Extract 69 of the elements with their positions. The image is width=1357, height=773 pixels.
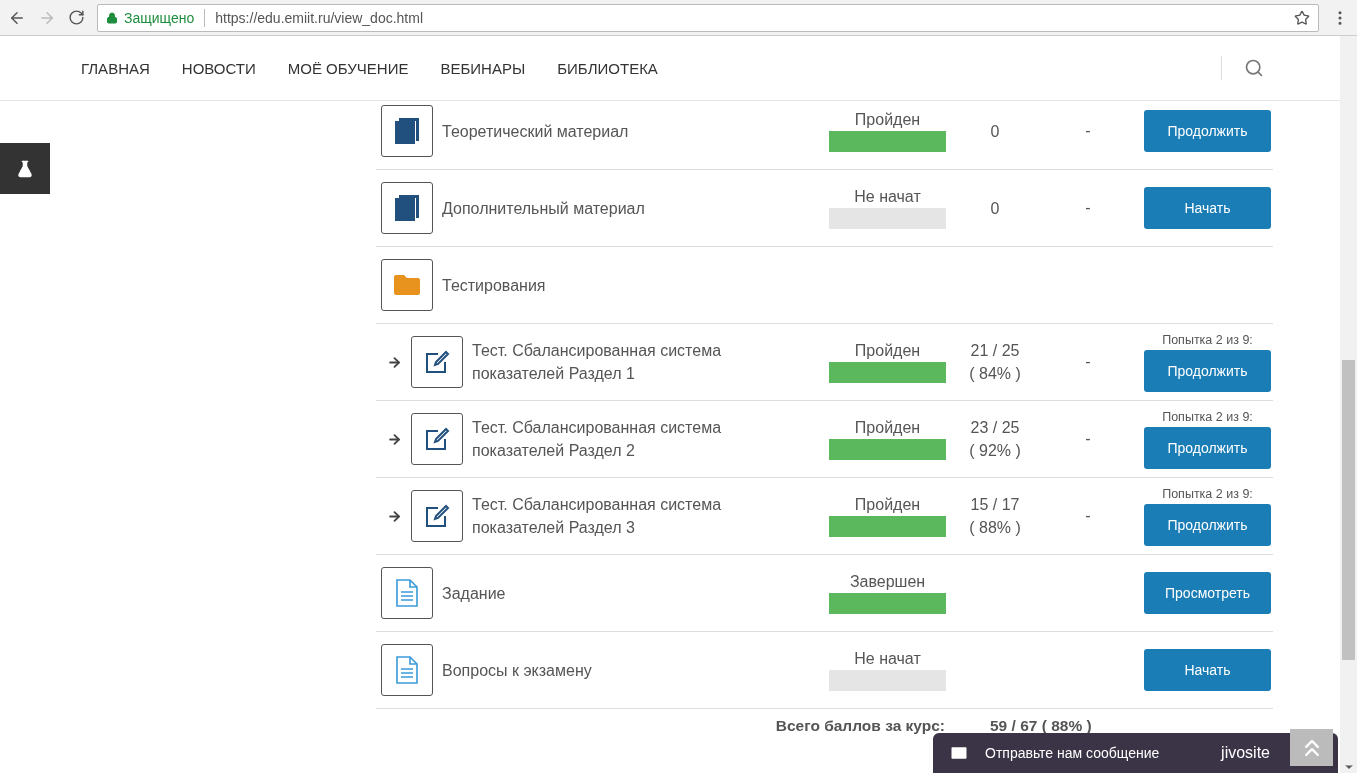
nav-link[interactable]: МОЁ ОБУЧЕНИЕ (287, 59, 409, 77)
score-text: 23 / 25 (970, 418, 1020, 438)
item-title[interactable]: Теоретический материал (442, 119, 742, 143)
dash-text: - (1084, 353, 1092, 371)
score-text: 15 / 17 (970, 495, 1020, 515)
action-button[interactable]: Начать (1144, 187, 1271, 229)
scrollbar[interactable] (1340, 36, 1357, 773)
item-title[interactable]: Тест. Сбалансированная система показателей Раздел 1 (472, 339, 772, 385)
item-title[interactable]: Тестирования (442, 273, 742, 297)
chat-text: Отправьте нам сообщение (985, 745, 1161, 761)
side-tab[interactable] (0, 143, 50, 194)
item-title[interactable]: Задание (442, 581, 742, 605)
nav-link[interactable]: БИБЛИОТЕКА (557, 59, 658, 77)
action-button[interactable]: Продолжить (1144, 503, 1271, 546)
nav-link[interactable]: НОВОСТИ (181, 59, 256, 77)
scrollbar-thumb[interactable] (1342, 360, 1355, 660)
action-button[interactable]: Продолжить (1144, 426, 1271, 469)
status-text: Пройден (854, 110, 921, 129)
item-title[interactable]: Тест. Сбалансированная система показателей Раздел 2 (472, 416, 772, 462)
nav-link[interactable]: ГЛАВНАЯ (81, 59, 150, 77)
edit-icon (424, 427, 450, 451)
bookmark-star-icon[interactable] (1294, 9, 1310, 26)
item-title[interactable]: Дополнительный материал (442, 196, 742, 220)
status-text: Пройден (854, 495, 921, 514)
nav-link[interactable]: ВЕБИНАРЫ (440, 59, 526, 77)
chat-widget[interactable]: Отправьте нам сообщение jivosite (933, 733, 1338, 773)
status-text: Не начат (854, 187, 921, 206)
reload-icon[interactable] (68, 9, 85, 26)
action-button[interactable]: Просмотреть (1144, 572, 1271, 614)
action-button[interactable]: Начать (1144, 649, 1271, 691)
security-label: Защищено (124, 9, 195, 26)
search-icon[interactable] (1244, 58, 1264, 78)
lock-icon (106, 11, 118, 24)
score-text: 0 (990, 121, 1000, 142)
status-text: Не начат (854, 649, 921, 668)
action-button[interactable]: Продолжить (1144, 110, 1271, 152)
dash-text: - (1084, 199, 1092, 217)
edit-icon (424, 504, 450, 528)
arrow-icon (387, 354, 402, 370)
dash-text: - (1084, 507, 1092, 525)
address-field[interactable]: Защищено https://edu.emiit.ru/view_doc.html (97, 3, 1319, 32)
item-title[interactable]: Тест. Сбалансированная система показателей Раздел 3 (472, 493, 772, 539)
item-title[interactable]: Вопросы к экзамену (442, 658, 742, 682)
url-text: https://edu.emiit.ru/view_doc.html (215, 9, 424, 26)
folder-icon (394, 275, 420, 295)
attempt-label: Попытка 2 из 9: (1162, 486, 1253, 501)
percent-text: ( 88% ) (969, 518, 1021, 538)
status-text: Пройден (854, 418, 921, 437)
flask-icon (16, 159, 34, 178)
status-text: Пройден (854, 341, 921, 360)
percent-text: ( 92% ) (969, 441, 1021, 461)
arrow-icon (387, 508, 402, 524)
book-icon (395, 118, 419, 144)
dash-text: - (1084, 122, 1092, 140)
attempt-label: Попытка 2 из 9: (1162, 332, 1253, 347)
attempt-label: Попытка 2 из 9: (1162, 409, 1253, 424)
edit-icon (424, 350, 450, 374)
status-text: Завершен (849, 572, 926, 591)
total-label: Всего баллов за курс: (774, 717, 946, 735)
arrow-icon (387, 431, 402, 447)
action-button[interactable]: Продолжить (1144, 349, 1271, 392)
brand-text: jivosite (1221, 744, 1270, 762)
document-icon (396, 656, 418, 684)
book-icon (395, 195, 419, 221)
dash-text: - (1084, 430, 1092, 448)
percent-text: ( 84% ) (969, 364, 1021, 384)
score-text: 0 (990, 198, 1000, 219)
score-text: 21 / 25 (970, 341, 1020, 361)
document-icon (396, 579, 418, 607)
